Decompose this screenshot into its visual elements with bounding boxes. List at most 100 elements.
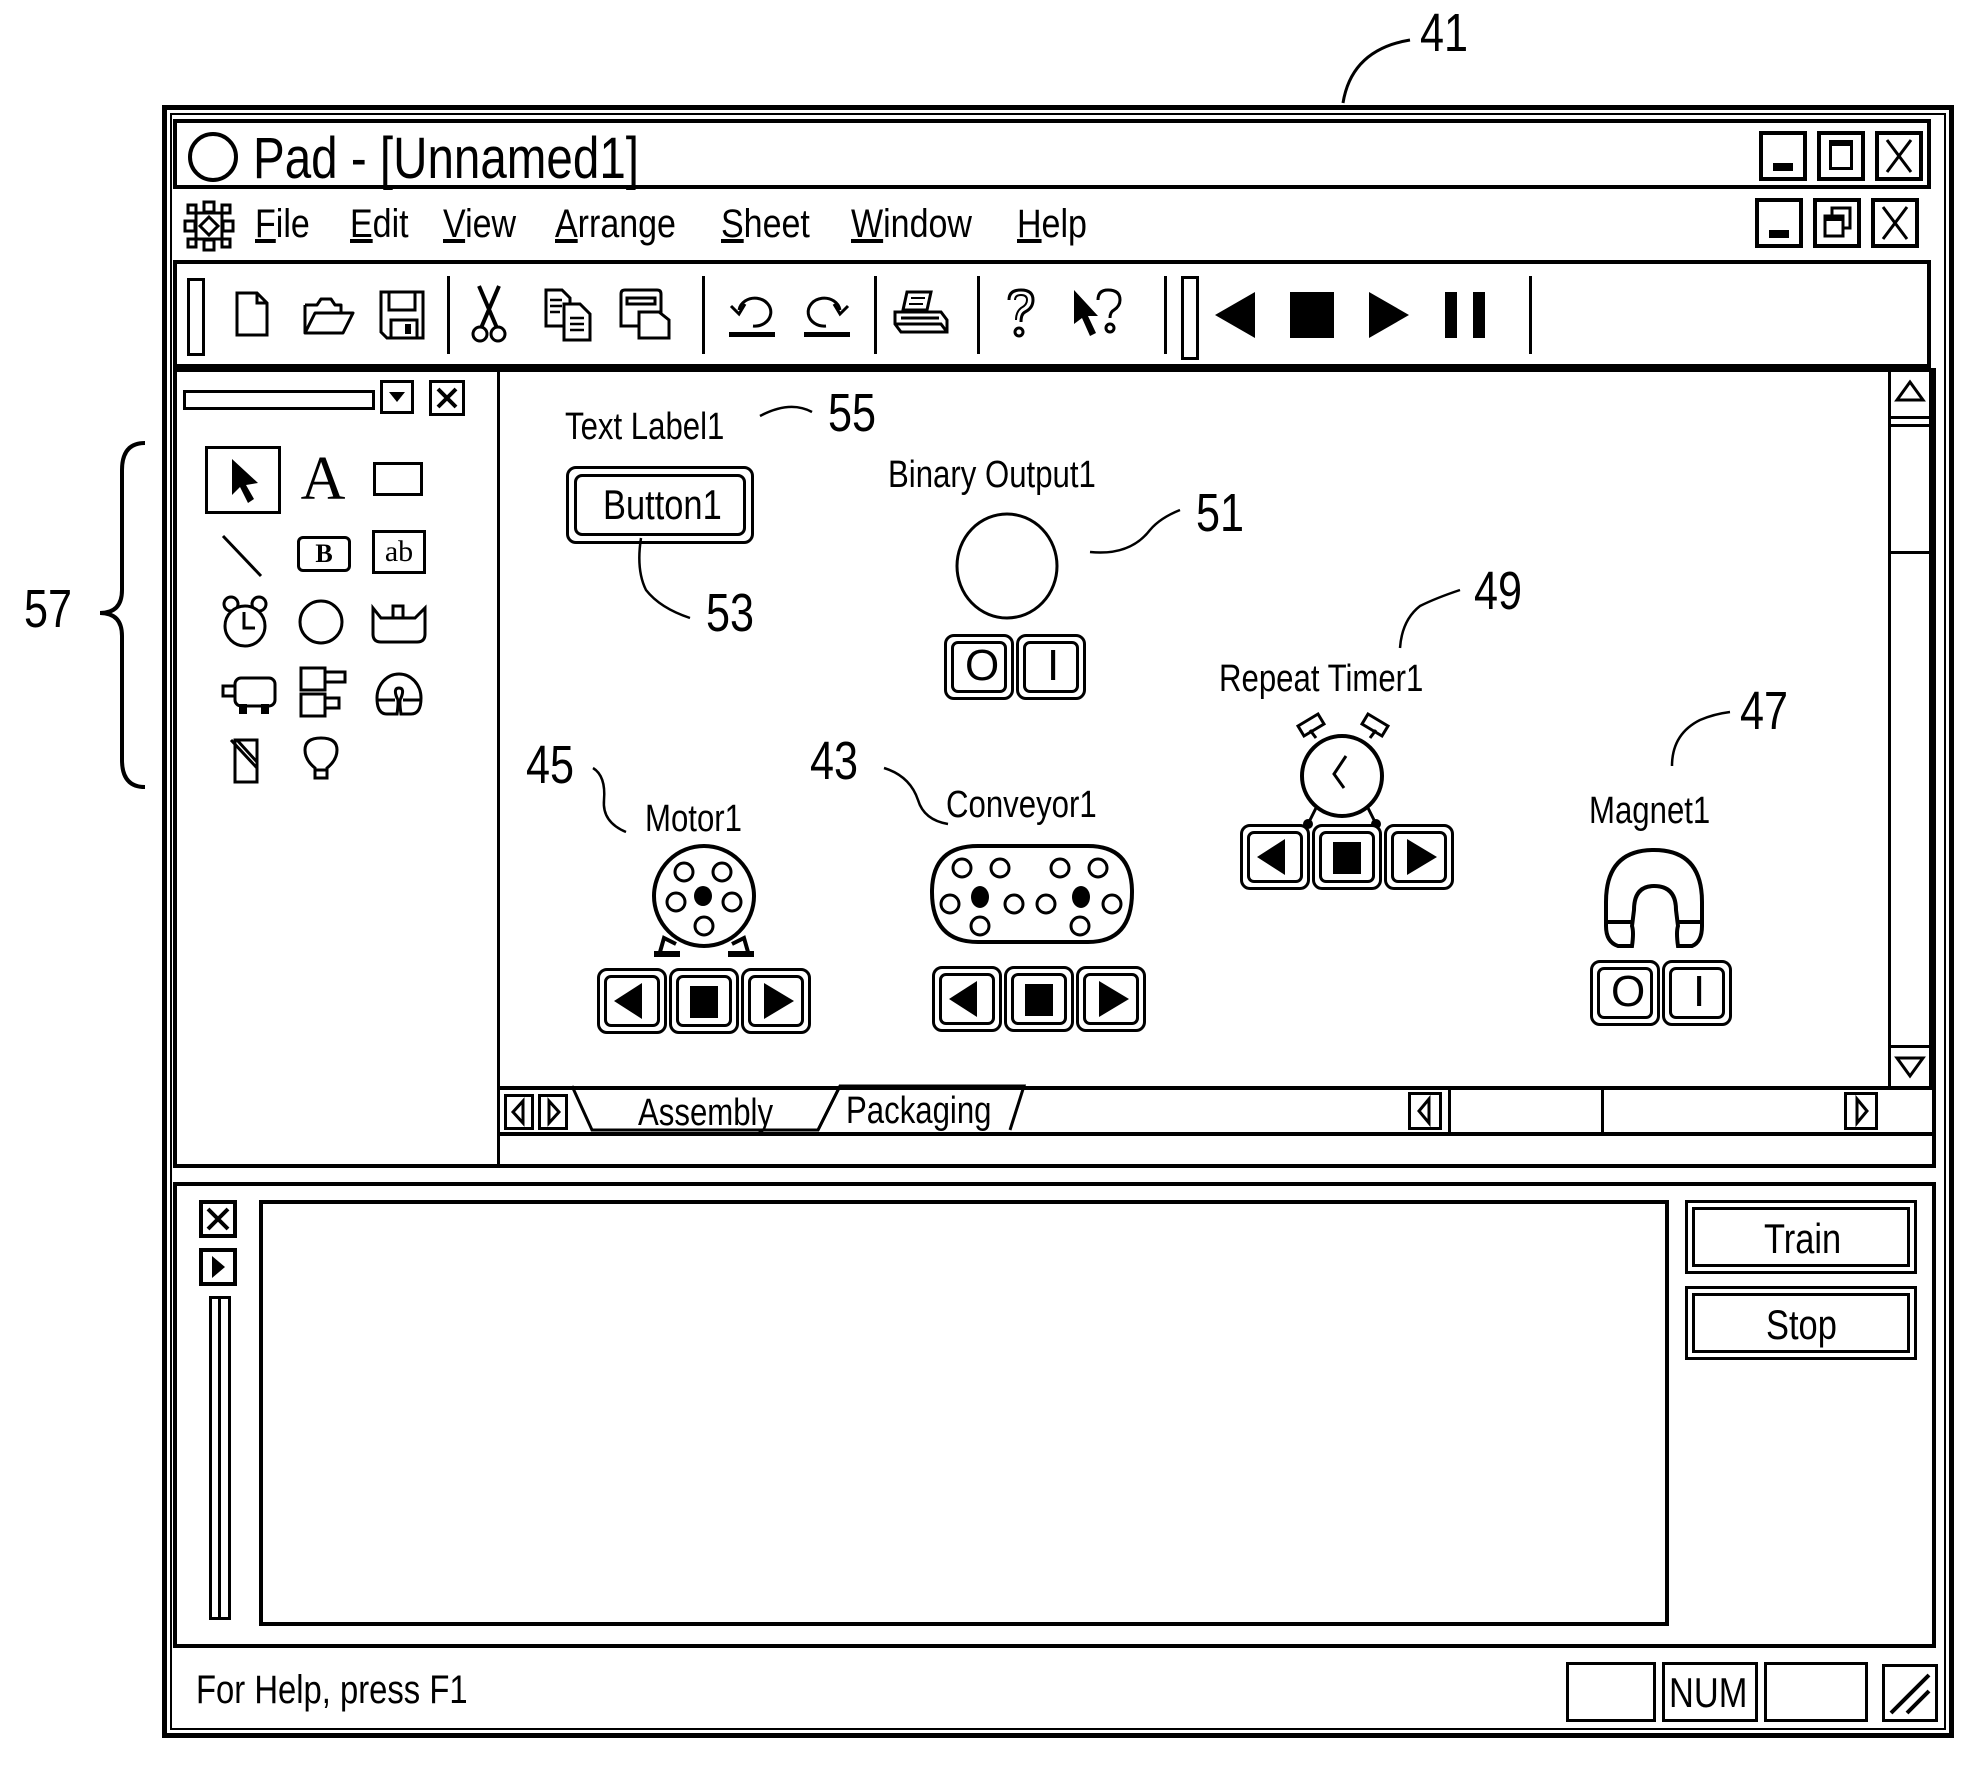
toolbox-menu-button[interactable] — [380, 380, 414, 414]
tab-packaging[interactable]: Packaging — [846, 1090, 992, 1133]
gear-icon[interactable] — [183, 200, 235, 252]
light-bulb-tool[interactable] — [301, 734, 345, 786]
alarm-clock-icon[interactable] — [1284, 711, 1404, 832]
menu-edit[interactable]: Edit — [350, 202, 409, 247]
text-tool[interactable]: A — [295, 444, 351, 514]
menu-file[interactable]: File — [255, 202, 310, 247]
motor-stop-button[interactable] — [669, 968, 739, 1034]
switch-tool[interactable] — [227, 736, 267, 786]
conveyor-reverse-button[interactable] — [932, 966, 1002, 1032]
menu-help[interactable]: Help — [1017, 202, 1087, 247]
rectangle-tool[interactable] — [373, 462, 423, 496]
run-forward-icon[interactable] — [1367, 290, 1411, 340]
output-expand-button[interactable] — [199, 1248, 237, 1286]
train-button[interactable]: Train — [1685, 1200, 1917, 1274]
timer-stop-button[interactable] — [1312, 824, 1382, 890]
tab-scroll-left-button[interactable] — [504, 1094, 534, 1130]
minimize-button[interactable] — [1759, 131, 1807, 181]
text-label-component[interactable]: Text Label1 — [565, 406, 724, 449]
line-tool[interactable] — [219, 532, 267, 580]
conveyor-label: Conveyor1 — [946, 784, 1097, 826]
pause-icon[interactable] — [1445, 292, 1489, 338]
tab-scroll-right-button[interactable] — [538, 1094, 568, 1130]
conveyor-icon[interactable] — [928, 842, 1138, 952]
stop-button[interactable]: Stop — [1685, 1286, 1917, 1360]
copy-icon[interactable] — [542, 288, 598, 342]
magnet-on-button[interactable]: I — [1662, 960, 1732, 1026]
output-panel: Train Stop — [173, 1182, 1936, 1648]
open-folder-icon[interactable] — [301, 289, 357, 339]
output-log-area[interactable] — [259, 1200, 1669, 1626]
text-field-tool[interactable]: ab — [372, 530, 426, 574]
print-icon[interactable] — [891, 288, 951, 340]
menu-arrange-label: rrange — [577, 202, 676, 246]
toolbox-title-grip[interactable] — [183, 390, 375, 410]
magnet-icon[interactable] — [1600, 846, 1710, 956]
ref-53: 53 — [706, 583, 755, 643]
motor-reverse-button[interactable] — [597, 968, 667, 1034]
ref-55: 55 — [828, 383, 877, 443]
timer-tool[interactable] — [217, 594, 273, 650]
menu-help-mnemonic: H — [1017, 202, 1042, 246]
button-tool-glyph: B — [315, 539, 333, 568]
cylinder-tool[interactable] — [297, 664, 349, 720]
circle-binary-output-tool[interactable] — [297, 598, 347, 648]
timer-forward-button[interactable] — [1384, 824, 1454, 890]
magnet-tool[interactable] — [371, 666, 427, 722]
paste-icon[interactable] — [617, 286, 673, 342]
run-back-icon[interactable] — [1213, 290, 1257, 340]
doc-restore-button[interactable] — [1813, 198, 1861, 248]
timer-reverse-button[interactable] — [1240, 824, 1310, 890]
binary-output-off-button[interactable]: O — [944, 634, 1014, 700]
hscroll-right-button[interactable] — [1844, 1092, 1878, 1130]
menu-sheet[interactable]: Sheet — [721, 202, 810, 247]
window-title: Pad - [Unnamed1] — [253, 126, 639, 191]
run-toolbar-grip[interactable] — [1181, 276, 1199, 360]
conveyor-tool[interactable] — [369, 602, 429, 652]
menu-arrange[interactable]: Arrange — [555, 202, 676, 247]
menu-window[interactable]: Window — [851, 202, 972, 247]
context-help-icon[interactable] — [1070, 286, 1126, 346]
stop-icon — [690, 986, 718, 1018]
redo-icon[interactable] — [800, 290, 854, 340]
help-icon[interactable] — [1003, 286, 1039, 342]
vertical-scroll-thumb[interactable] — [1891, 424, 1929, 554]
undo-icon[interactable] — [725, 290, 779, 340]
resize-grip[interactable] — [1882, 1664, 1938, 1722]
doc-close-button[interactable] — [1871, 198, 1919, 248]
pointer-tool[interactable] — [205, 446, 281, 514]
motor-icon[interactable] — [650, 844, 770, 964]
motor-forward-button[interactable] — [741, 968, 811, 1034]
maximize-button[interactable] — [1817, 131, 1865, 181]
binary-output-on-button[interactable]: I — [1016, 634, 1086, 700]
scroll-up-button[interactable] — [1891, 372, 1929, 419]
vertical-scrollbar[interactable] — [1888, 372, 1932, 1088]
toolbar-grip[interactable] — [187, 278, 205, 356]
conveyor-stop-button[interactable] — [1004, 966, 1074, 1032]
magnet-off-button[interactable]: O — [1590, 960, 1660, 1026]
output-close-button[interactable] — [199, 1200, 237, 1238]
sheet-canvas[interactable]: Text Label1 Button1 Binary Output1 O I M… — [500, 372, 1888, 1088]
button-tool[interactable]: B — [297, 536, 351, 572]
motor-tool[interactable] — [221, 674, 277, 718]
button-component[interactable]: Button1 — [566, 466, 754, 544]
stop-icon[interactable] — [1290, 292, 1334, 338]
scroll-down-button[interactable] — [1891, 1045, 1929, 1088]
horizontal-scrollbar[interactable] — [1408, 1090, 1888, 1132]
menu-view[interactable]: View — [443, 202, 516, 247]
hscroll-left-button[interactable] — [1408, 1092, 1442, 1130]
conveyor-forward-button[interactable] — [1076, 966, 1146, 1032]
save-disk-icon[interactable] — [377, 288, 427, 342]
toolbox-close-button[interactable] — [429, 380, 465, 416]
title-bar[interactable]: Pad - [Unnamed1] — [173, 119, 1931, 191]
horizontal-scroll-thumb[interactable] — [1448, 1090, 1604, 1132]
cut-scissors-icon[interactable] — [469, 284, 509, 344]
menu-window-label: indow — [883, 202, 972, 246]
doc-minimize-button[interactable] — [1755, 198, 1803, 248]
binary-output-lamp-icon[interactable] — [955, 512, 1065, 624]
output-splitter-grip[interactable] — [209, 1296, 231, 1620]
new-file-icon[interactable] — [229, 289, 275, 339]
tab-assembly[interactable]: Assembly — [638, 1092, 773, 1135]
close-button[interactable] — [1875, 131, 1923, 181]
reverse-icon — [949, 981, 977, 1017]
